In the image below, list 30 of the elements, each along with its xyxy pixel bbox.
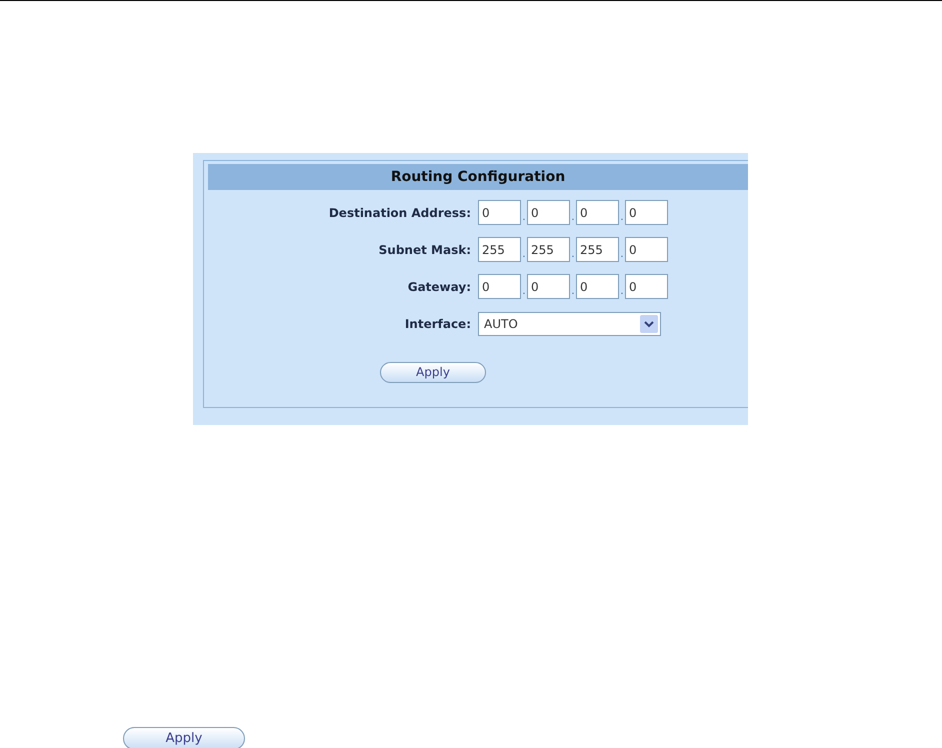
apply-button[interactable]: Apply <box>123 727 245 748</box>
field-label: Subnet Mask: <box>378 242 472 258</box>
octet-field[interactable]: 0 <box>576 200 619 225</box>
dot-separator: . <box>570 211 576 225</box>
field-label: Interface: <box>404 316 472 332</box>
octet-field[interactable]: 0 <box>625 274 668 299</box>
octet-field[interactable]: 0 <box>478 200 521 225</box>
octet-field[interactable]: 255 <box>576 237 619 262</box>
field-label: Destination Address: <box>328 204 472 222</box>
interface-dropdown[interactable]: AUTO <box>478 312 661 336</box>
apply-button[interactable]: Apply <box>380 362 486 383</box>
dot-separator: . <box>521 285 527 299</box>
panel-title: Routing Configuration <box>208 164 748 190</box>
octet-field[interactable]: 0 <box>527 274 570 299</box>
octet-field[interactable]: 0 <box>478 274 521 299</box>
field-label: Gateway: <box>406 278 472 296</box>
octet-field[interactable]: 0 <box>576 274 619 299</box>
dot-separator: . <box>521 211 527 225</box>
octet-field[interactable]: 255 <box>527 237 570 262</box>
chevron-down-icon <box>640 314 658 332</box>
dot-separator: . <box>619 285 625 299</box>
octet-field[interactable]: 0 <box>527 200 570 225</box>
octet-field[interactable]: 255 <box>478 237 521 262</box>
dot-separator: . <box>521 248 527 262</box>
dot-separator: . <box>619 211 625 225</box>
octet-field[interactable]: 0 <box>625 237 668 262</box>
dot-separator: . <box>619 248 625 262</box>
octet-field[interactable]: 0 <box>625 200 668 225</box>
dot-separator: . <box>570 285 576 299</box>
dot-separator: . <box>570 248 576 262</box>
